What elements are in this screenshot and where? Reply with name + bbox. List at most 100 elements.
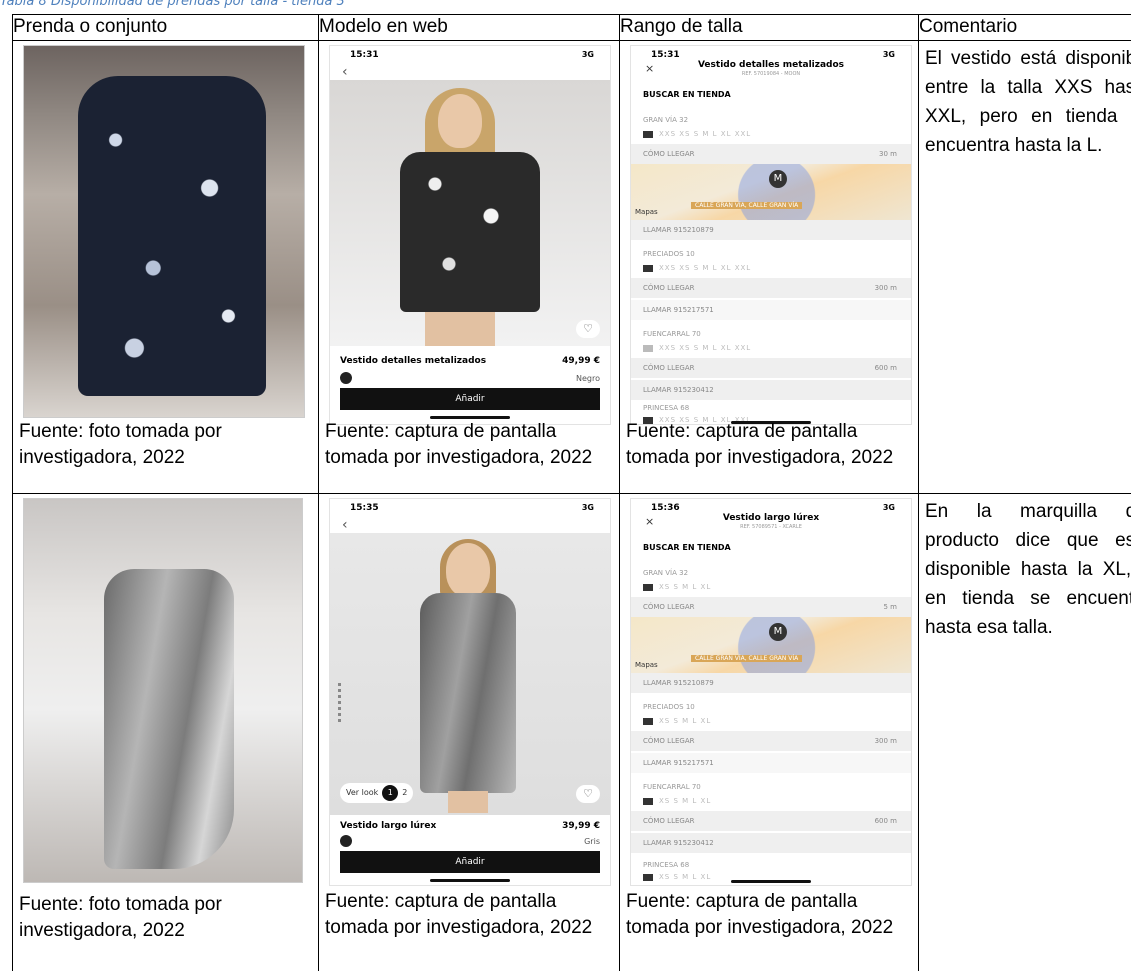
dress-garment bbox=[78, 76, 266, 396]
look-page-1: 1 bbox=[382, 785, 399, 801]
size-range: XS S M L XL bbox=[643, 583, 711, 591]
size-range: XS S M L XL bbox=[643, 873, 711, 881]
distance: 600 m bbox=[874, 817, 897, 825]
store-name: PRINCESA 68 bbox=[643, 861, 690, 869]
photo-cell: Fuente: foto tomada por investigadora, 2… bbox=[12, 40, 319, 494]
color-name: Negro bbox=[576, 374, 600, 383]
size-values: XS S M L XL bbox=[659, 583, 712, 591]
phone-band: LLAMAR 915230412 bbox=[631, 833, 911, 853]
header-modelo: Modelo en web bbox=[318, 14, 620, 41]
stores-title: Vestido detalles metalizados bbox=[697, 60, 845, 70]
product-name: Vestido detalles metalizados bbox=[340, 356, 487, 366]
directions-label: CÓMO LLEGAR bbox=[643, 603, 695, 611]
home-indicator bbox=[731, 880, 811, 883]
phone-band: LLAMAR 915217571 bbox=[631, 300, 911, 320]
ver-look-control: Ver look 1 2 bbox=[340, 783, 414, 803]
sizes-caption: Fuente: captura de pantalla tomada por i… bbox=[626, 891, 894, 938]
flag-icon bbox=[643, 873, 653, 881]
status-time: 15:31 bbox=[350, 50, 379, 60]
status-signal: 3G bbox=[581, 50, 594, 59]
size-range: XS S M L XL bbox=[643, 717, 711, 725]
dress-garment bbox=[104, 569, 234, 869]
store-name: PRECIADOS 10 bbox=[643, 703, 695, 711]
model-dress bbox=[400, 152, 540, 312]
model-legs bbox=[425, 312, 495, 346]
web-caption: Fuente: captura de pantalla tomada por i… bbox=[325, 421, 593, 468]
add-button: Añadir bbox=[340, 388, 600, 410]
header-rango: Rango de talla bbox=[619, 14, 919, 41]
comment-text: El vestido está disponible entre la tall… bbox=[925, 48, 1131, 156]
maps-label: Mapas bbox=[635, 661, 658, 669]
map-road-label: CALLE GRAN VÍA, CALLE GRAN VÍA bbox=[691, 202, 803, 209]
web-cell: 15:35 3G ‹ Ver look 1 2 ♡ Vestido largo lúr… bbox=[318, 493, 620, 971]
phone-band: LLAMAR 915210879 bbox=[631, 220, 911, 240]
stores-screenshot: 15:36 3G × Vestido largo lúrex REF. 57089… bbox=[630, 498, 912, 886]
size-range: XXS XS S M L XL XXL bbox=[643, 130, 751, 138]
model-image: Ver look 1 2 ♡ bbox=[330, 533, 610, 815]
directions-label: CÓMO LLEGAR bbox=[643, 364, 695, 372]
directions-band: CÓMO LLEGAR 5 m bbox=[631, 597, 911, 617]
distance: 300 m bbox=[874, 284, 897, 292]
sizes-caption: Fuente: captura de pantalla tomada por i… bbox=[626, 421, 894, 468]
store-name: GRAN VÍA 32 bbox=[643, 116, 689, 124]
phone-band: LLAMAR 915210879 bbox=[631, 673, 911, 693]
size-values: XXS XS S M L XL XXL bbox=[659, 264, 752, 272]
store-name: FUENCARRAL 70 bbox=[643, 783, 701, 791]
flag-icon bbox=[643, 130, 653, 138]
sizes-cell: 15:31 3G × Vestido detalles metalizados R… bbox=[619, 40, 919, 494]
size-values: XS S M L XL bbox=[659, 717, 712, 725]
status-time: 15:35 bbox=[350, 503, 379, 513]
size-values: XS S M L XL bbox=[659, 797, 712, 805]
flag-icon bbox=[643, 797, 653, 805]
heart-icon: ♡ bbox=[576, 785, 600, 803]
web-caption: Fuente: captura de pantalla tomada por i… bbox=[325, 891, 593, 938]
size-values: XS S M L XL bbox=[659, 873, 712, 881]
size-range: XXS XS S M L XL XXL bbox=[643, 264, 751, 272]
model-image: ♡ bbox=[330, 80, 610, 346]
model-legs bbox=[448, 791, 488, 813]
size-range: XXS XS S M L XL XXL bbox=[643, 344, 751, 352]
page-indicator bbox=[338, 683, 341, 723]
flag-icon bbox=[643, 717, 653, 725]
status-signal: 3G bbox=[581, 503, 594, 512]
phone-band: LLAMAR 915217571 bbox=[631, 753, 911, 773]
distance: 5 m bbox=[883, 603, 898, 611]
table-row: Fuente: foto tomada por investigadora, 2… bbox=[12, 493, 1131, 971]
color-swatch bbox=[340, 372, 352, 384]
status-time: 15:31 bbox=[651, 50, 680, 60]
stores-ref: REF. 57019084 - MOON bbox=[741, 71, 801, 77]
map-pin-icon: M bbox=[769, 170, 787, 188]
store-name: FUENCARRAL 70 bbox=[643, 330, 701, 338]
distance: 600 m bbox=[874, 364, 897, 372]
directions-label: CÓMO LLEGAR bbox=[643, 817, 695, 825]
look-page-2: 2 bbox=[402, 788, 408, 797]
comment-cell: En la marquilla del producto dice que es… bbox=[918, 493, 1131, 971]
size-values: XXS XS S M L XL XXL bbox=[659, 344, 752, 352]
size-range: XS S M L XL bbox=[643, 797, 711, 805]
header-comentario: Comentario bbox=[918, 14, 1131, 41]
color-name: Gris bbox=[584, 837, 600, 846]
phone-band: LLAMAR 915230412 bbox=[631, 380, 911, 400]
directions-band: CÓMO LLEGAR 300 m bbox=[631, 278, 911, 298]
store-photo-dress bbox=[23, 498, 303, 883]
header-row: Prenda o conjunto Modelo en web Rango de… bbox=[12, 14, 1131, 41]
comment-cell: El vestido está disponible entre la tall… bbox=[918, 40, 1131, 494]
store-name: PRECIADOS 10 bbox=[643, 250, 695, 258]
photo-caption: Fuente: foto tomada por investigadora, 2… bbox=[19, 894, 222, 941]
maps-label: Mapas bbox=[635, 208, 658, 216]
color-swatch bbox=[340, 835, 352, 847]
directions-label: CÓMO LLEGAR bbox=[643, 737, 695, 745]
directions-band: CÓMO LLEGAR 600 m bbox=[631, 358, 911, 378]
photo-cell: Fuente: foto tomada por investigadora, 2… bbox=[12, 493, 319, 971]
map-pin-icon: M bbox=[769, 623, 787, 641]
header-prenda: Prenda o conjunto bbox=[12, 14, 319, 41]
product-row: Vestido largo lúrex 39,99 € bbox=[340, 821, 600, 831]
store-name: PRINCESA 68 bbox=[643, 404, 690, 412]
flag-icon bbox=[643, 583, 653, 591]
distance: 300 m bbox=[874, 737, 897, 745]
photo-caption: Fuente: foto tomada por investigadora, 2… bbox=[19, 421, 222, 468]
status-time: 15:36 bbox=[651, 503, 680, 513]
model-head bbox=[438, 94, 482, 148]
ver-look-label: Ver look bbox=[346, 788, 379, 797]
buscar-label: BUSCAR EN TIENDA bbox=[643, 543, 731, 552]
